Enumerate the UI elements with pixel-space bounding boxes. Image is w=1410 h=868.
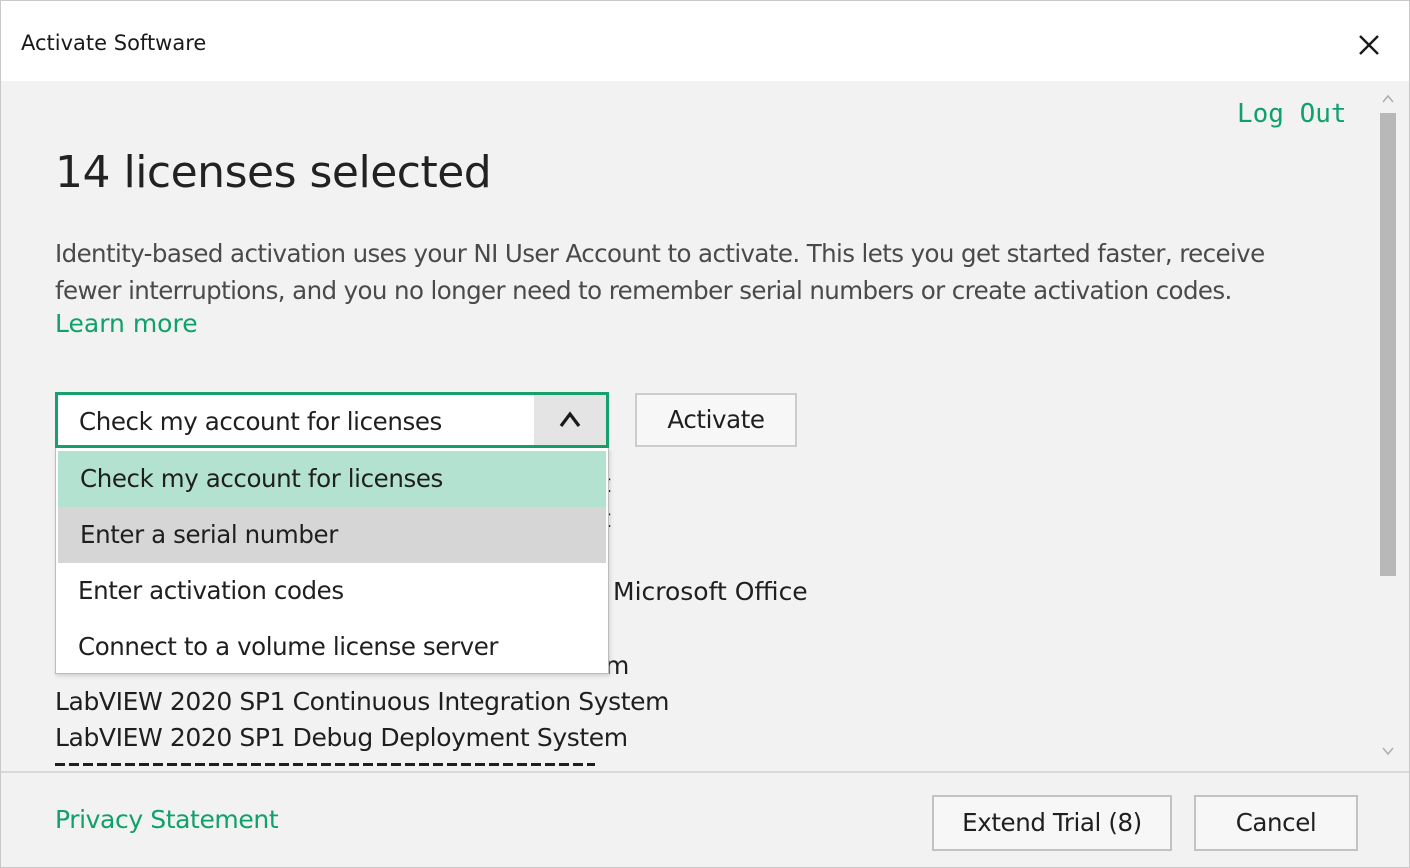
description-line: Identity-based activation uses your NI U… bbox=[55, 239, 1265, 268]
cancel-button[interactable]: Cancel bbox=[1194, 795, 1358, 851]
learn-more-link[interactable]: Learn more bbox=[55, 309, 198, 338]
option-check-account[interactable]: Check my account for licenses bbox=[58, 451, 606, 507]
license-item-fragment: Microsoft Office bbox=[613, 577, 808, 606]
description-line: fewer interruptions, and you no longer n… bbox=[55, 276, 1232, 305]
license-item: LabVIEW 2020 SP1 Debug Deployment System bbox=[55, 723, 628, 752]
activate-button[interactable]: Activate bbox=[635, 393, 797, 447]
window-title: Activate Software bbox=[21, 31, 207, 55]
close-icon[interactable] bbox=[1351, 27, 1387, 63]
scroll-up-icon[interactable] bbox=[1381, 91, 1395, 105]
vertical-scrollbar[interactable] bbox=[1377, 81, 1399, 771]
dialog-content: Log Out 14 licenses selected Identity-ba… bbox=[1, 81, 1409, 771]
activation-method-options: Check my account for licenses Enter a se… bbox=[55, 448, 609, 674]
chevron-up-icon bbox=[559, 411, 581, 427]
option-volume-license-server[interactable]: Connect to a volume license server bbox=[56, 619, 608, 675]
logout-link[interactable]: Log Out bbox=[1237, 99, 1347, 129]
dialog-footer: Privacy Statement Extend Trial (8) Cance… bbox=[1, 771, 1409, 867]
activation-method-select[interactable]: Check my account for licenses bbox=[55, 392, 609, 448]
page-title: 14 licenses selected bbox=[55, 147, 492, 198]
option-activation-codes[interactable]: Enter activation codes bbox=[56, 563, 608, 619]
option-serial-number[interactable]: Enter a serial number bbox=[58, 507, 606, 563]
title-bar: Activate Software bbox=[1, 1, 1409, 81]
scroll-down-icon[interactable] bbox=[1381, 743, 1395, 757]
license-item: LabVIEW 2020 SP1 Continuous Integration … bbox=[55, 687, 670, 716]
dropdown-toggle[interactable] bbox=[534, 395, 606, 445]
activation-method-value: Check my account for licenses bbox=[79, 407, 442, 436]
license-item-cutoff bbox=[55, 763, 595, 771]
scrollbar-thumb[interactable] bbox=[1380, 113, 1396, 576]
privacy-statement-link[interactable]: Privacy Statement bbox=[55, 805, 279, 834]
activation-description: Identity-based activation uses your NI U… bbox=[55, 235, 1345, 309]
extend-trial-button[interactable]: Extend Trial (8) bbox=[932, 795, 1172, 851]
activate-software-dialog: Activate Software Log Out 14 licenses se… bbox=[0, 0, 1410, 868]
